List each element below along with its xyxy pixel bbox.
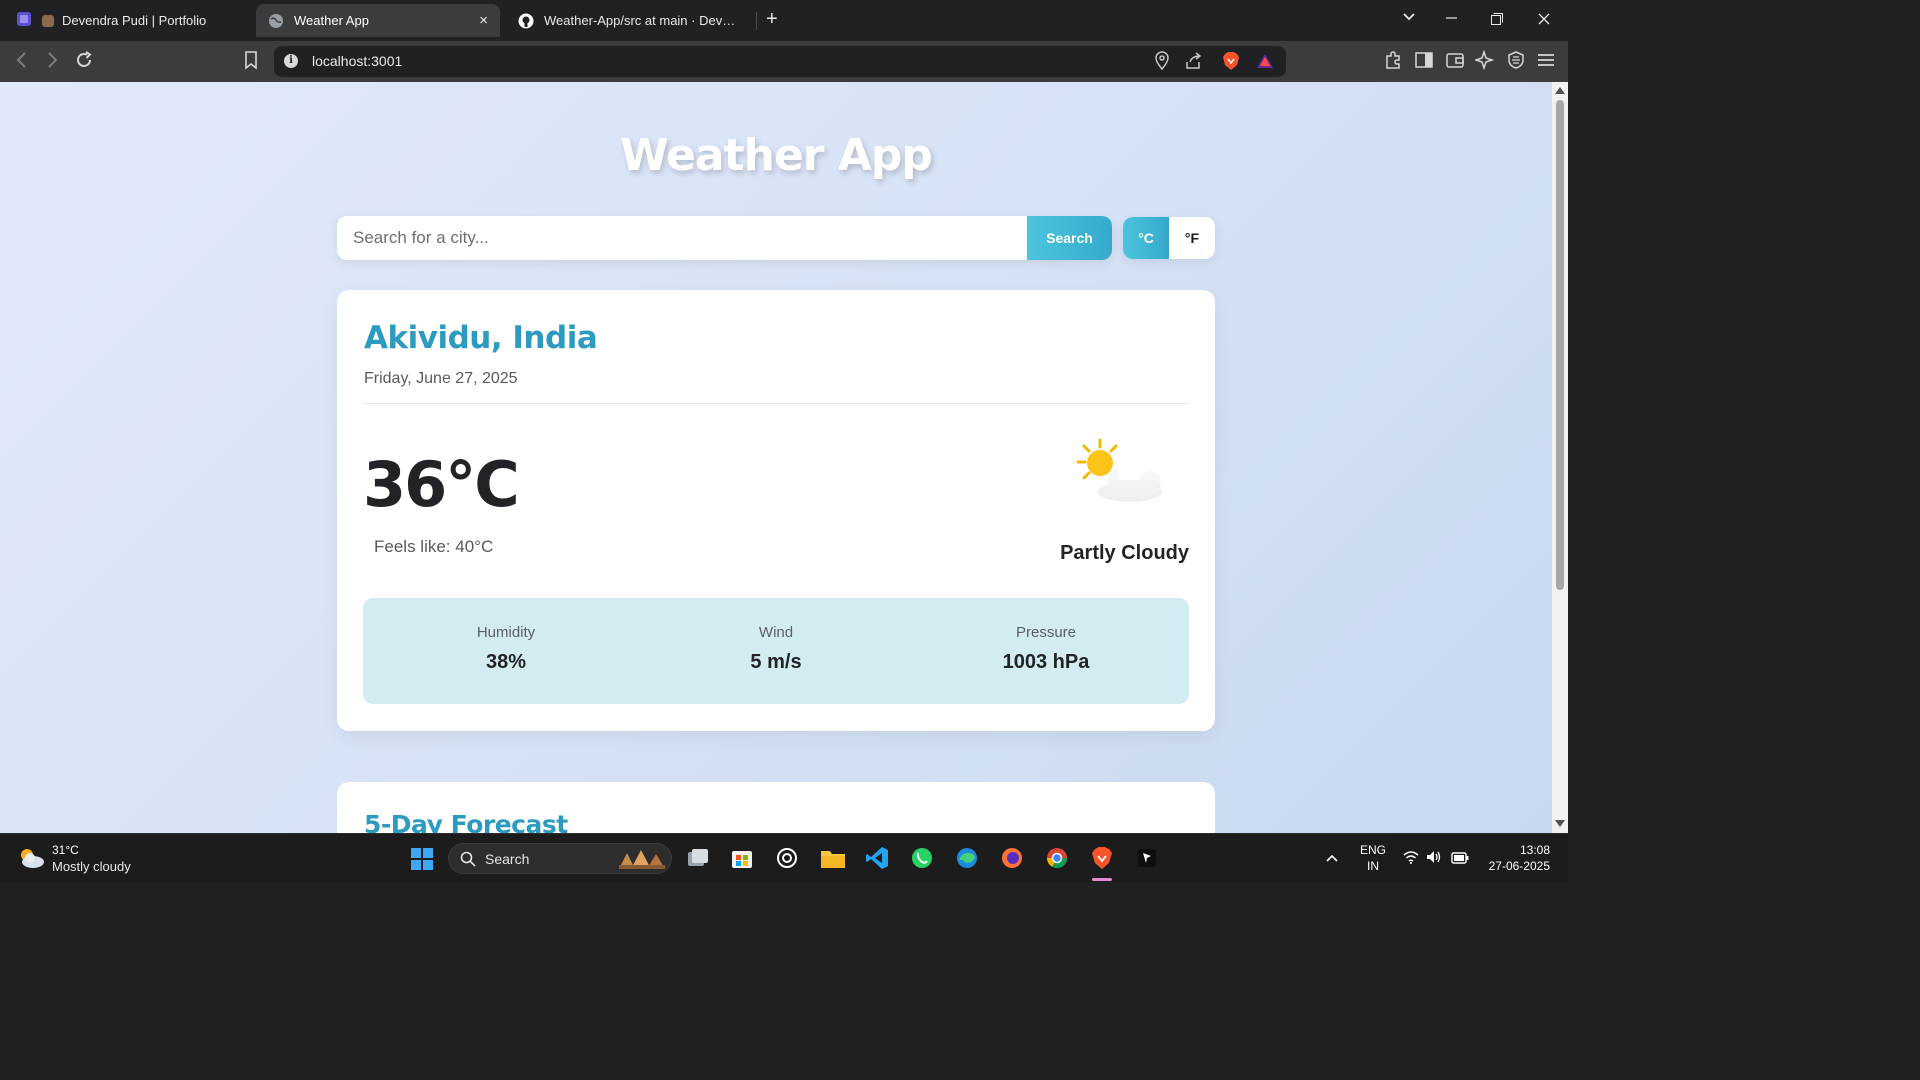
active-app-indicator	[1092, 878, 1112, 881]
portfolio-favicon	[42, 14, 54, 27]
share-icon[interactable]	[1184, 51, 1204, 76]
current-date: Friday, June 27, 2025	[364, 370, 518, 387]
fahrenheit-toggle[interactable]: °F	[1169, 217, 1215, 259]
tab-weather-app[interactable]: Weather App ×	[256, 4, 500, 37]
taskbar-search[interactable]: Search	[448, 843, 672, 874]
github-icon	[518, 13, 534, 29]
extensions-icon[interactable]	[1383, 50, 1403, 75]
vscode-icon[interactable]	[865, 846, 889, 870]
volume-icon[interactable]	[1426, 850, 1442, 869]
current-temperature: 36°C	[363, 448, 520, 521]
close-window-icon[interactable]	[1538, 12, 1550, 30]
chrome-icon[interactable]	[1045, 846, 1069, 870]
globe-icon	[268, 13, 284, 29]
stat-label: Humidity	[476, 624, 536, 641]
taskbar-search-label: Search	[485, 851, 530, 867]
forward-icon[interactable]	[44, 50, 60, 75]
scroll-down-arrow-icon[interactable]	[1555, 820, 1565, 827]
clock-date: 27-06-2025	[1488, 859, 1550, 873]
firefox-icon[interactable]	[1000, 846, 1024, 870]
page-scrollbar[interactable]	[1552, 82, 1568, 833]
sidebar-icon[interactable]	[1414, 50, 1434, 75]
clock-time: 13:08	[1519, 843, 1550, 857]
divider	[363, 403, 1189, 404]
tab-github[interactable]: Weather-App/src at main · Devendra	[506, 4, 752, 37]
windows-taskbar: 31°C Mostly cloudy Search ENG IN 13:08 2…	[0, 833, 1568, 882]
reload-icon[interactable]	[74, 50, 94, 75]
partly-cloudy-icon	[1072, 432, 1167, 512]
whatsapp-icon[interactable]	[910, 846, 934, 870]
app-title: Weather App	[620, 130, 933, 181]
stat-value: 38%	[485, 651, 527, 673]
edge-icon[interactable]	[955, 846, 979, 870]
tab-title: Devendra Pudi | Portfolio	[62, 13, 207, 28]
weather-stats: Humidity 38% Wind 5 m/s Pressure 1003 hP…	[363, 598, 1189, 704]
weather-widget-temp[interactable]: 31°C	[52, 843, 79, 857]
language-indicator[interactable]: ENG IN	[1358, 843, 1388, 873]
battery-icon[interactable]	[1451, 851, 1469, 869]
forecast-card: 5-Day Forecast	[337, 782, 1215, 833]
bookmark-icon[interactable]	[243, 50, 259, 75]
celsius-toggle[interactable]: °C	[1123, 217, 1169, 259]
show-hidden-icons-chevron-icon[interactable]	[1325, 851, 1339, 869]
tab-list-chevron-icon[interactable]	[1402, 10, 1416, 29]
cursor-app-icon[interactable]	[1135, 846, 1159, 870]
wallet-icon[interactable]	[1445, 50, 1465, 75]
stat-value: 1003 hPa	[1002, 651, 1090, 673]
wind-stat: Wind 5 m/s	[676, 624, 876, 674]
stat-label: Wind	[758, 624, 794, 641]
scroll-up-arrow-icon[interactable]	[1555, 87, 1565, 94]
feels-like: Feels like: 40°C	[374, 537, 494, 556]
search-bar: Search	[337, 216, 1112, 260]
url-text[interactable]: localhost:3001	[312, 53, 402, 69]
search-highlight-icon	[617, 847, 667, 876]
minimize-icon[interactable]	[1446, 10, 1458, 29]
file-explorer-icon[interactable]	[820, 846, 845, 870]
city-search-input[interactable]	[337, 216, 1027, 260]
site-info-icon[interactable]: i	[284, 54, 298, 68]
page-viewport: Weather App Search °C °F Akividu, India …	[0, 82, 1552, 833]
clock[interactable]: 13:08 27-06-2025	[1480, 843, 1550, 873]
browser-tab-strip: Devendra Pudi | Portfolio Weather App × …	[0, 0, 1568, 41]
new-tab-button[interactable]: +	[766, 8, 778, 31]
address-bar[interactable]: i localhost:3001	[274, 46, 1286, 77]
weather-widget-icon[interactable]	[16, 846, 46, 875]
pressure-stat: Pressure 1003 hPa	[946, 624, 1146, 674]
restore-icon[interactable]	[1491, 12, 1503, 30]
search-button[interactable]: Search	[1027, 216, 1112, 260]
language-line2: IN	[1367, 859, 1379, 873]
task-view-icon[interactable]	[686, 846, 710, 870]
city-name: Akividu, India	[364, 320, 598, 356]
browser-toolbar: i localhost:3001	[0, 41, 1568, 82]
tab-title: Weather-App/src at main · Devendra	[544, 13, 740, 28]
weather-condition: Partly Cloudy	[1060, 542, 1189, 564]
back-icon[interactable]	[14, 50, 30, 75]
forecast-title: 5-Day Forecast	[364, 810, 568, 833]
tab-separator	[756, 12, 757, 30]
stat-label: Pressure	[1015, 624, 1077, 641]
microsoft-store-icon[interactable]	[730, 846, 754, 870]
scroll-thumb[interactable]	[1556, 100, 1564, 590]
brave-shields-icon[interactable]	[1222, 51, 1240, 76]
windows-start-icon[interactable]	[410, 847, 434, 876]
leo-ai-icon[interactable]	[1473, 49, 1495, 75]
weather-widget-desc[interactable]: Mostly cloudy	[52, 859, 131, 874]
menu-icon[interactable]	[1537, 50, 1555, 75]
tab-title: Weather App	[294, 13, 369, 28]
location-icon[interactable]	[1154, 51, 1170, 76]
brave-icon[interactable]	[1090, 846, 1114, 870]
stat-value: 5 m/s	[750, 651, 802, 673]
tab-portfolio[interactable]: Devendra Pudi | Portfolio	[30, 4, 276, 37]
chatgpt-icon[interactable]	[775, 846, 799, 870]
current-weather-card: Akividu, India Friday, June 27, 2025 36°…	[337, 290, 1215, 731]
brave-rewards-icon[interactable]	[1256, 51, 1274, 76]
humidity-stat: Humidity 38%	[406, 624, 606, 674]
close-tab-icon[interactable]: ×	[479, 12, 488, 29]
vpn-shield-icon[interactable]	[1506, 50, 1526, 75]
wifi-icon[interactable]	[1403, 850, 1419, 869]
language-line1: ENG	[1359, 843, 1386, 857]
search-icon	[460, 851, 476, 872]
